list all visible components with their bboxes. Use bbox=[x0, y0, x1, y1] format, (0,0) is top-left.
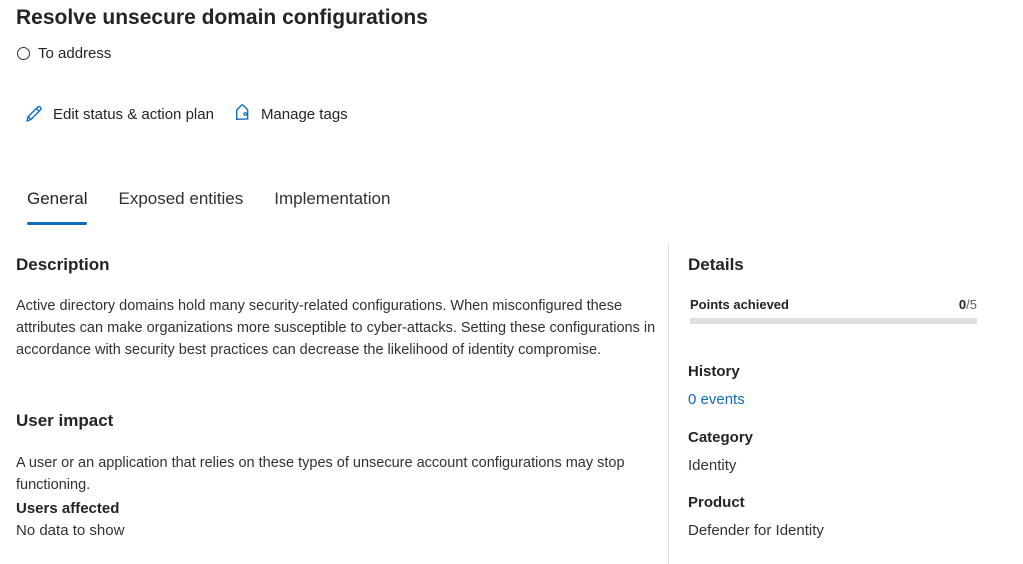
tab-bar: General Exposed entities Implementation bbox=[27, 189, 421, 225]
points-progress-bar bbox=[690, 318, 977, 324]
status-indicator: To address bbox=[17, 45, 111, 62]
edit-status-button[interactable]: Edit status & action plan bbox=[24, 104, 214, 124]
tab-exposed-entities[interactable]: Exposed entities bbox=[118, 189, 243, 225]
edit-status-label: Edit status & action plan bbox=[53, 105, 214, 123]
status-circle-icon bbox=[17, 47, 30, 60]
pencil-icon bbox=[26, 105, 42, 122]
user-impact-heading: User impact bbox=[16, 411, 114, 430]
action-bar: Edit status & action plan Manage tags bbox=[24, 104, 348, 124]
user-impact-text: A user or an application that relies on … bbox=[16, 455, 625, 493]
description-text: Active directory domains hold many secur… bbox=[16, 298, 656, 358]
category-label: Category bbox=[688, 429, 754, 446]
history-label: History bbox=[688, 363, 740, 380]
points-score: 0/5 bbox=[959, 297, 977, 312]
status-text: To address bbox=[38, 45, 112, 62]
manage-tags-button[interactable]: Manage tags bbox=[232, 104, 348, 124]
users-affected-label: Users affected bbox=[16, 500, 120, 517]
points-achieved-label: Points achieved bbox=[690, 297, 789, 312]
history-events-link[interactable]: 0 events bbox=[688, 391, 745, 408]
manage-tags-label: Manage tags bbox=[260, 105, 348, 123]
tag-icon bbox=[235, 104, 249, 121]
product-value: Defender for Identity bbox=[688, 522, 824, 539]
category-value: Identity bbox=[688, 457, 737, 474]
page-title: Resolve unsecure domain configurations bbox=[16, 6, 428, 29]
product-label: Product bbox=[688, 494, 745, 511]
panel-divider bbox=[668, 243, 669, 564]
points-row: Points achieved 0/5 bbox=[690, 297, 977, 312]
details-heading: Details bbox=[688, 255, 744, 274]
points-max-value: /5 bbox=[966, 297, 977, 312]
tab-general[interactable]: General bbox=[27, 189, 88, 225]
description-heading: Description bbox=[16, 255, 110, 274]
tab-implementation[interactable]: Implementation bbox=[274, 189, 390, 225]
users-affected-value: No data to show bbox=[16, 522, 125, 539]
